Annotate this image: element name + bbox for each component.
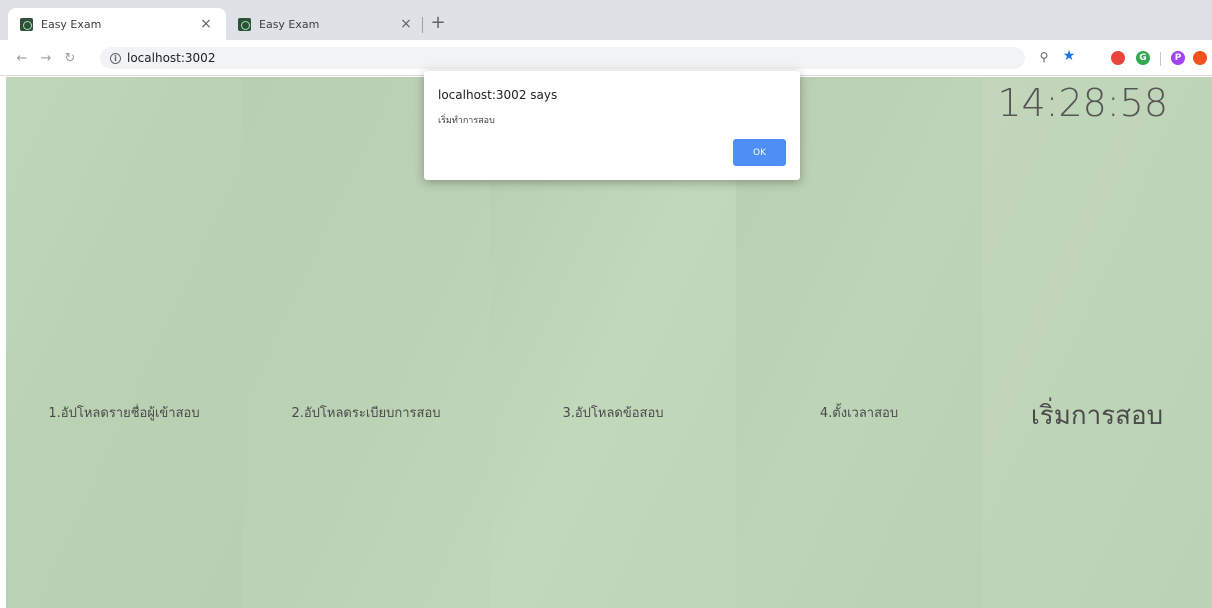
red-extension-icon[interactable] [1111, 51, 1125, 65]
close-tab-icon[interactable]: × [198, 16, 214, 32]
new-tab-button[interactable]: + [428, 12, 448, 33]
dialog-message: เริ่มทำการสอบ [438, 116, 495, 126]
menu-upload-candidates[interactable]: 1.อัปโหลดรายชื่อผู้เข้าสอบ [6, 77, 242, 608]
forward-arrow-icon[interactable]: → [38, 51, 54, 66]
start-exam-label: เริ่มการสอบ [1030, 401, 1164, 431]
tab-title: Easy Exam [259, 17, 320, 31]
start-exam-button[interactable]: เริ่มการสอบ [982, 77, 1212, 608]
column-background [982, 77, 1212, 608]
close-tab-icon[interactable]: × [398, 16, 414, 32]
green-extension-icon[interactable]: G [1136, 51, 1150, 65]
tab-title: Easy Exam [41, 17, 102, 31]
menu-label: 2.อัปโหลดระเบียบการสอบ [291, 406, 441, 421]
tab-easy-exam-active[interactable]: Easy Exam × [8, 8, 226, 40]
info-icon[interactable]: i [110, 52, 121, 64]
clock: 14:28:58 [997, 81, 1168, 125]
alert-dialog: localhost:3002 says เริ่มทำการสอบ OK [424, 71, 800, 180]
star-icon[interactable]: ★ [1062, 49, 1076, 63]
profile-avatar[interactable]: P [1171, 51, 1185, 65]
back-arrow-icon[interactable]: ← [14, 51, 30, 66]
ok-button[interactable]: OK [733, 139, 786, 166]
column-background [6, 77, 242, 608]
reload-icon[interactable]: ↻ [62, 51, 78, 66]
url-text: localhost:3002 [127, 51, 216, 65]
dialog-title: localhost:3002 says [438, 88, 558, 102]
key-icon[interactable]: ⚲ [1037, 50, 1051, 64]
react-favicon-icon [20, 17, 33, 31]
menu-label: 3.อัปโหลดข้อสอบ [562, 406, 664, 421]
menu-label: 1.อัปโหลดรายชื่อผู้เข้าสอบ [48, 406, 200, 421]
toolbar-divider [1160, 52, 1161, 66]
tab-divider [422, 17, 423, 33]
tab-strip: Easy Exam × Easy Exam × + [0, 0, 1212, 40]
react-favicon-icon [238, 17, 251, 31]
tab-easy-exam[interactable]: Easy Exam × [226, 8, 426, 40]
orange-extension-icon[interactable] [1193, 51, 1207, 65]
address-bar[interactable]: i localhost:3002 [100, 47, 1025, 69]
menu-label: 4.ตั้งเวลาสอบ [819, 406, 899, 421]
